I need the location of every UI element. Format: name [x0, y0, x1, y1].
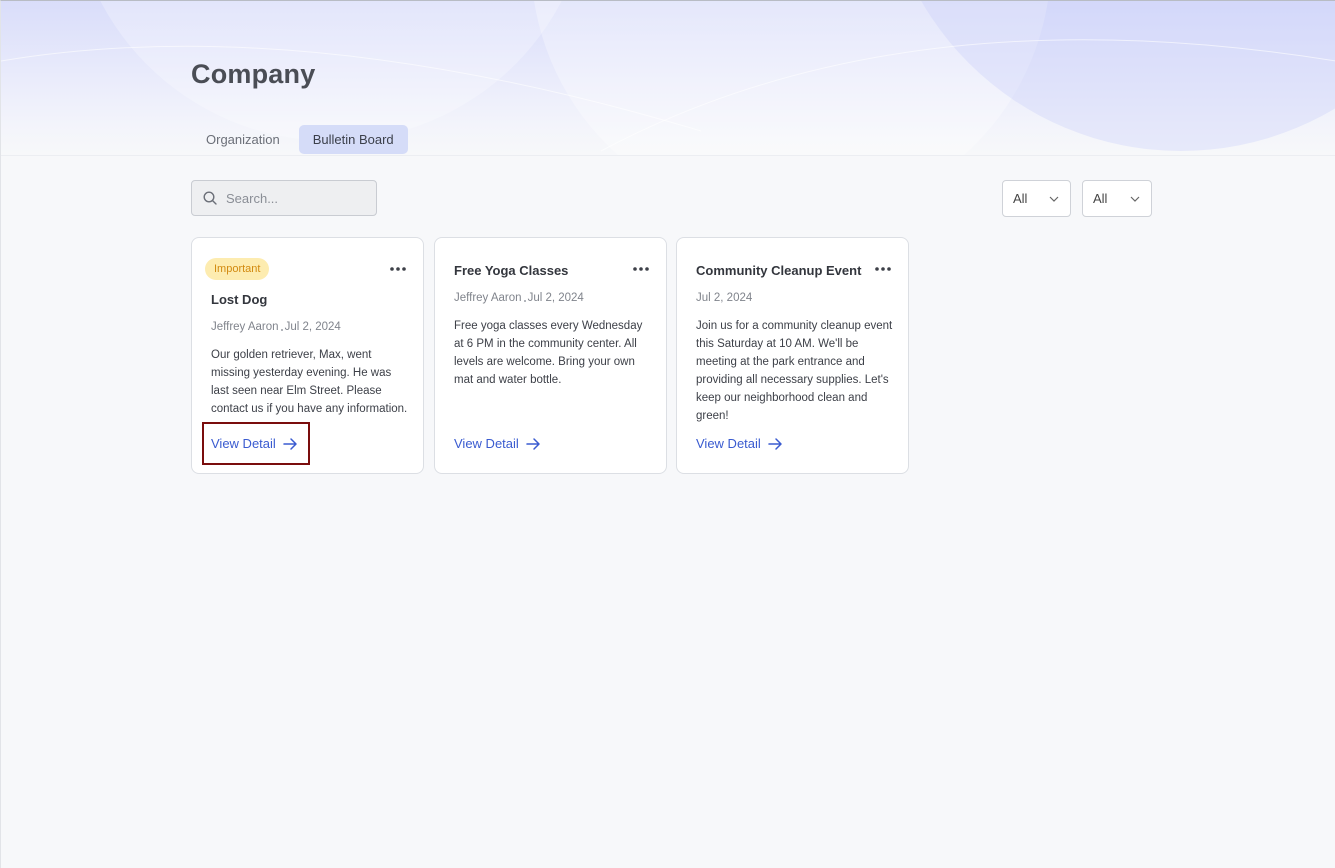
- filter-select-2[interactable]: All: [1082, 180, 1152, 217]
- filter-select-2-value: All: [1093, 191, 1108, 206]
- page: Company Organization Bulletin Board All …: [0, 0, 1335, 868]
- page-title: Company: [191, 59, 316, 89]
- post-meta: Jeffrey Aaron Jul 2, 2024: [454, 292, 584, 304]
- post-meta: Jeffrey Aaron Jul 2, 2024: [211, 321, 341, 333]
- important-badge: Important: [205, 258, 270, 280]
- more-options-icon[interactable]: [874, 266, 892, 272]
- filter-select-1[interactable]: All: [1002, 180, 1071, 217]
- tab-organization[interactable]: Organization: [192, 125, 294, 154]
- post-title: Free Yoga Classes: [454, 263, 569, 278]
- post-author: Jeffrey Aaron: [454, 292, 522, 304]
- post-date: Jul 2, 2024: [284, 321, 341, 333]
- view-detail-label: View Detail: [454, 436, 519, 451]
- arrow-right-icon: [526, 437, 540, 450]
- view-detail-link[interactable]: View Detail: [696, 436, 783, 451]
- meta-separator: [280, 329, 283, 331]
- post-card-community-cleanup: Community Cleanup Event Jul 2, 2024 Join…: [676, 237, 909, 474]
- arrow-right-icon: [768, 437, 782, 450]
- post-title: Lost Dog: [211, 292, 268, 307]
- search-input[interactable]: [226, 190, 366, 206]
- tab-bar: Organization Bulletin Board: [192, 125, 408, 154]
- post-body: Join us for a community cleanup event th…: [696, 320, 893, 422]
- post-body: Free yoga classes every Wednesday at 6 P…: [454, 320, 643, 386]
- post-card-lost-dog: Important Lost Dog Jeffrey Aaron Jul 2, 2…: [191, 237, 424, 474]
- post-author: Jeffrey Aaron: [211, 321, 279, 333]
- post-date: Jul 2, 2024: [696, 292, 753, 304]
- more-options-icon[interactable]: [632, 266, 650, 272]
- filter-select-1-value: All: [1013, 191, 1028, 206]
- meta-separator: [523, 300, 526, 302]
- search-icon: [203, 191, 217, 205]
- focus-highlight: [202, 422, 310, 465]
- search-box[interactable]: [191, 180, 377, 216]
- post-card-free-yoga: Free Yoga Classes Jeffrey Aaron Jul 2, 20…: [434, 237, 667, 474]
- post-date: Jul 2, 2024: [527, 292, 584, 304]
- post-body: Our golden retriever, Max, went missing …: [211, 349, 408, 415]
- post-title: Community Cleanup Event: [696, 263, 862, 278]
- view-detail-link[interactable]: View Detail: [454, 436, 541, 451]
- more-options-icon[interactable]: [389, 266, 407, 272]
- view-detail-label: View Detail: [696, 436, 761, 451]
- tab-bulletin-board[interactable]: Bulletin Board: [298, 125, 408, 154]
- chevron-down-icon: [1130, 196, 1140, 202]
- chevron-down-icon: [1049, 196, 1059, 202]
